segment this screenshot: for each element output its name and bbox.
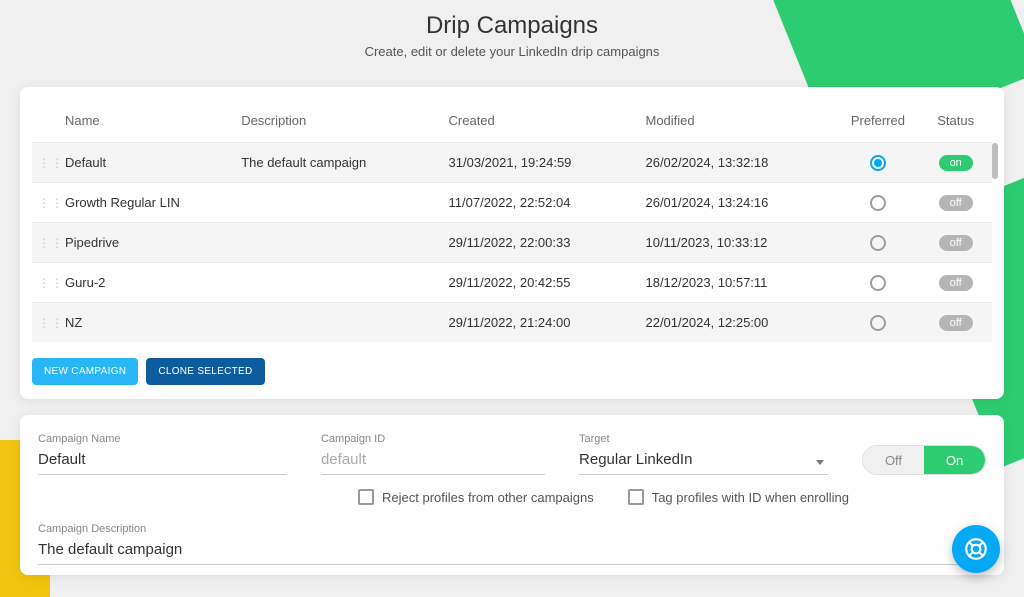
cell-created: 11/07/2022, 22:52:04 xyxy=(443,183,640,223)
status-pill[interactable]: off xyxy=(939,235,973,251)
cell-created: 31/03/2021, 19:24:59 xyxy=(443,143,640,183)
table-row[interactable]: ⋮⋮ NZ 29/11/2022, 21:24:0022/01/2024, 12:2… xyxy=(32,303,992,343)
campaign-details-card: Campaign Name Campaign ID Target Off On … xyxy=(20,415,1004,575)
drag-handle-icon[interactable]: ⋮⋮ xyxy=(38,159,48,167)
campaign-name-label: Campaign Name xyxy=(38,433,287,445)
cell-name: Growth Regular LIN xyxy=(59,183,235,223)
lifebuoy-icon xyxy=(963,536,989,562)
target-label: Target xyxy=(579,433,828,445)
table-row[interactable]: ⋮⋮ DefaultThe default campaign31/03/2021,… xyxy=(32,143,992,183)
reject-profiles-label: Reject profiles from other campaigns xyxy=(382,490,594,505)
cell-description xyxy=(235,183,442,223)
cell-name: Default xyxy=(59,143,235,183)
campaigns-table-card: Name Description Created Modified Prefer… xyxy=(20,87,1004,399)
status-pill[interactable]: off xyxy=(939,275,973,291)
status-pill[interactable]: off xyxy=(939,195,973,211)
drag-handle-icon[interactable]: ⋮⋮ xyxy=(38,199,48,207)
col-status: Status xyxy=(919,105,992,143)
campaign-description-label: Campaign Description xyxy=(38,523,986,535)
table-row[interactable]: ⋮⋮ Pipedrive 29/11/2022, 22:00:3310/11/202… xyxy=(32,223,992,263)
cell-modified: 22/01/2024, 12:25:00 xyxy=(639,303,836,343)
help-button[interactable] xyxy=(952,525,1000,573)
page-subtitle: Create, edit or delete your LinkedIn dri… xyxy=(0,44,1024,59)
campaign-name-input[interactable] xyxy=(38,447,287,475)
table-row[interactable]: ⋮⋮ Growth Regular LIN 11/07/2022, 22:52:04… xyxy=(32,183,992,223)
clone-selected-button[interactable]: CLONE SELECTED xyxy=(146,358,264,385)
cell-modified: 26/02/2024, 13:32:18 xyxy=(639,143,836,183)
checkbox-icon xyxy=(358,489,374,505)
cell-created: 29/11/2022, 22:00:33 xyxy=(443,223,640,263)
cell-created: 29/11/2022, 21:24:00 xyxy=(443,303,640,343)
tag-profiles-label: Tag profiles with ID when enrolling xyxy=(652,490,849,505)
preferred-radio[interactable] xyxy=(870,275,886,291)
cell-created: 29/11/2022, 20:42:55 xyxy=(443,263,640,303)
col-preferred: Preferred xyxy=(836,105,919,143)
page-title: Drip Campaigns xyxy=(0,12,1024,40)
status-toggle[interactable]: Off On xyxy=(862,445,986,475)
drag-handle-icon[interactable]: ⋮⋮ xyxy=(38,279,48,287)
checkbox-icon xyxy=(628,489,644,505)
campaign-description-input[interactable] xyxy=(38,537,986,565)
cell-description xyxy=(235,223,442,263)
status-pill[interactable]: off xyxy=(939,315,973,331)
cell-modified: 26/01/2024, 13:24:16 xyxy=(639,183,836,223)
tag-profiles-checkbox[interactable]: Tag profiles with ID when enrolling xyxy=(628,489,849,505)
campaigns-table: Name Description Created Modified Prefer… xyxy=(32,105,992,342)
col-modified: Modified xyxy=(639,105,836,143)
cell-modified: 10/11/2023, 10:33:12 xyxy=(639,223,836,263)
preferred-radio[interactable] xyxy=(870,155,886,171)
preferred-radio[interactable] xyxy=(870,195,886,211)
cell-description: The default campaign xyxy=(235,143,442,183)
table-scrollbar[interactable] xyxy=(992,143,998,179)
cell-description xyxy=(235,263,442,303)
campaign-id-label: Campaign ID xyxy=(321,433,545,445)
cell-description xyxy=(235,303,442,343)
new-campaign-button[interactable]: NEW CAMPAIGN xyxy=(32,358,138,385)
toggle-on-segment: On xyxy=(924,446,985,474)
cell-name: Guru-2 xyxy=(59,263,235,303)
col-description: Description xyxy=(235,105,442,143)
col-name: Name xyxy=(59,105,235,143)
drag-handle-icon[interactable]: ⋮⋮ xyxy=(38,319,48,327)
cell-name: NZ xyxy=(59,303,235,343)
toggle-off-segment: Off xyxy=(863,446,924,474)
drag-handle-icon[interactable]: ⋮⋮ xyxy=(38,239,48,247)
table-row[interactable]: ⋮⋮ Guru-2 29/11/2022, 20:42:5518/12/2023, … xyxy=(32,263,992,303)
status-pill[interactable]: on xyxy=(939,155,973,171)
cell-modified: 18/12/2023, 10:57:11 xyxy=(639,263,836,303)
target-select[interactable] xyxy=(579,447,828,475)
preferred-radio[interactable] xyxy=(870,235,886,251)
cell-name: Pipedrive xyxy=(59,223,235,263)
reject-profiles-checkbox[interactable]: Reject profiles from other campaigns xyxy=(358,489,594,505)
campaign-id-input xyxy=(321,447,545,475)
preferred-radio[interactable] xyxy=(870,315,886,331)
col-created: Created xyxy=(443,105,640,143)
